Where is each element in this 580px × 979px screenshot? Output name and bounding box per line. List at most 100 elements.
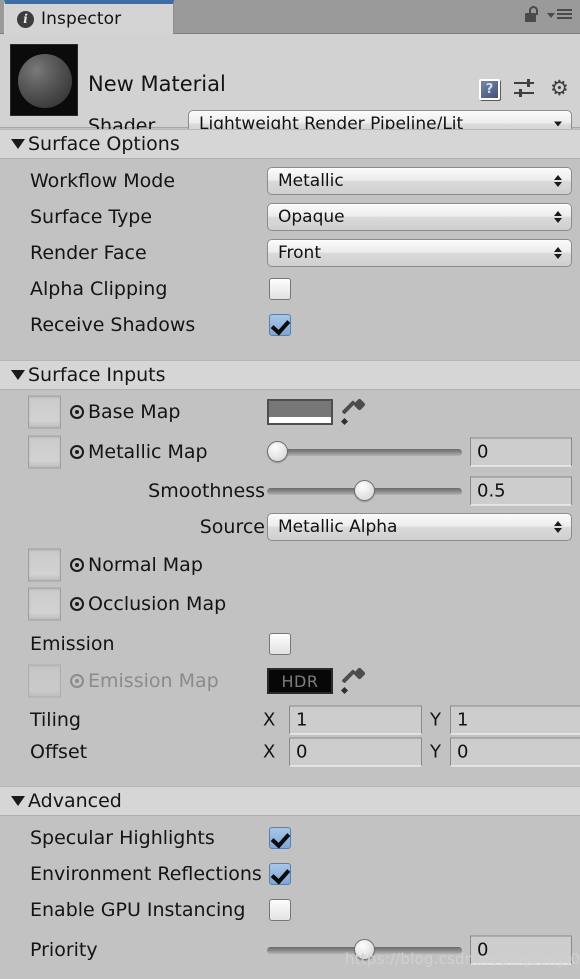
row-receive-shadows: Receive Shadows (0, 307, 580, 343)
chevron-down-icon (11, 796, 25, 806)
section-header-surface-options[interactable]: Surface Options (0, 129, 580, 159)
row-base-map: Base Map (0, 394, 580, 430)
source-dropdown[interactable]: Metallic Alpha (267, 513, 572, 541)
render-face-dropdown[interactable]: Front (267, 239, 572, 267)
smoothness-slider[interactable] (267, 480, 462, 502)
surface-type-dropdown[interactable]: Opaque (267, 203, 572, 231)
label-offset: Offset (30, 741, 87, 763)
row-priority: Priority 0 (0, 932, 580, 968)
row-emission-map: Emission Map HDR (0, 663, 580, 699)
row-environment-reflections: Environment Reflections (0, 856, 580, 892)
label-emission-map: Emission Map (88, 670, 219, 692)
metallic-map-slider[interactable] (267, 441, 462, 463)
emission-map-target-icon[interactable] (70, 674, 84, 688)
base-map-alpha-bar (269, 417, 331, 423)
hamburger-menu-icon[interactable] (547, 9, 572, 19)
row-emission: Emission (0, 626, 580, 662)
label-specular-highlights: Specular Highlights (30, 827, 215, 849)
offset-y-value: 0 (451, 742, 468, 763)
receive-shadows-checkbox[interactable] (269, 314, 291, 336)
row-render-face: Render Face Front (0, 235, 580, 271)
row-metallic-map: Metallic Map 0 (0, 434, 580, 470)
occlusion-map-texture-slot[interactable] (28, 588, 61, 621)
section-header-surface-inputs[interactable]: Surface Inputs (0, 360, 580, 390)
label-workflow-mode: Workflow Mode (30, 170, 175, 192)
inspector-window: i Inspector New Material Shader Lightwei… (0, 0, 580, 979)
base-map-eyedropper-icon[interactable] (341, 399, 365, 425)
section-header-advanced[interactable]: Advanced (0, 786, 580, 816)
row-offset: Offset X 0 Y 0 (0, 734, 580, 770)
material-preview-sphere (18, 54, 72, 108)
gear-icon[interactable]: ⚙ (550, 78, 572, 100)
label-occlusion-map: Occlusion Map (88, 593, 226, 615)
chevron-down-icon (11, 139, 25, 149)
tiling-x-value: 1 (290, 710, 307, 731)
metallic-map-target-icon[interactable] (70, 445, 84, 459)
label-enable-gpu-instancing: Enable GPU Instancing (30, 899, 245, 921)
workflow-mode-value: Metallic (268, 171, 344, 191)
tab-inspector[interactable]: i Inspector (4, 0, 174, 34)
render-face-value: Front (268, 243, 321, 263)
emission-map-texture-slot[interactable] (28, 665, 61, 698)
base-map-texture-slot[interactable] (28, 396, 61, 429)
tab-strip: i Inspector (0, 0, 580, 34)
base-map-color-swatch[interactable] (267, 399, 333, 425)
priority-slider-knob[interactable] (354, 939, 375, 960)
tiling-x-axis-label: X (263, 710, 275, 731)
material-header: New Material Shader Lightweight Render P… (0, 34, 580, 128)
occlusion-map-target-icon[interactable] (70, 597, 84, 611)
row-smoothness: Smoothness 0.5 (0, 473, 580, 509)
row-normal-map: Normal Map (0, 547, 580, 583)
offset-x-field[interactable]: 0 (289, 738, 422, 767)
label-tiling: Tiling (30, 709, 81, 731)
emission-map-hdr-color-swatch[interactable]: HDR (267, 668, 333, 694)
label-surface-type: Surface Type (30, 206, 152, 228)
updown-arrows-icon (554, 211, 562, 223)
updown-arrows-icon (554, 175, 562, 187)
metallic-map-texture-slot[interactable] (28, 436, 61, 469)
header-actions: ? ⚙ (479, 78, 572, 100)
lock-open-icon[interactable] (525, 6, 539, 22)
updown-arrows-icon (554, 247, 562, 259)
label-emission: Emission (30, 633, 115, 655)
enable-gpu-instancing-checkbox[interactable] (269, 899, 291, 921)
label-render-face: Render Face (30, 242, 147, 264)
label-source: Source (200, 516, 265, 538)
base-map-target-icon[interactable] (70, 405, 84, 419)
tab-strip-actions (525, 6, 572, 22)
chevron-down-icon (554, 122, 562, 127)
metallic-map-value-field[interactable]: 0 (470, 438, 572, 467)
offset-y-field[interactable]: 0 (450, 738, 580, 767)
surface-type-value: Opaque (268, 207, 345, 227)
row-workflow-mode: Workflow Mode Metallic (0, 163, 580, 199)
alpha-clipping-checkbox[interactable] (269, 278, 291, 300)
priority-value-field[interactable]: 0 (470, 936, 572, 965)
row-source: Source Metallic Alpha (0, 509, 580, 545)
smoothness-slider-knob[interactable] (354, 480, 375, 501)
section-title-surface-options: Surface Options (28, 133, 180, 155)
offset-x-axis-label: X (263, 742, 275, 763)
tiling-x-field[interactable]: 1 (289, 706, 422, 735)
tiling-y-field[interactable]: 1 (450, 706, 580, 735)
normal-map-target-icon[interactable] (70, 558, 84, 572)
emission-checkbox[interactable] (269, 633, 291, 655)
offset-x-value: 0 (290, 742, 307, 763)
chevron-down-icon (11, 370, 25, 380)
smoothness-value-field[interactable]: 0.5 (470, 477, 572, 506)
workflow-mode-dropdown[interactable]: Metallic (267, 167, 572, 195)
offset-y-axis-label: Y (430, 742, 441, 763)
row-alpha-clipping: Alpha Clipping (0, 271, 580, 307)
row-specular-highlights: Specular Highlights (0, 820, 580, 856)
tiling-y-axis-label: Y (430, 710, 441, 731)
specular-highlights-checkbox[interactable] (269, 827, 291, 849)
priority-slider[interactable] (267, 939, 462, 961)
label-environment-reflections: Environment Reflections (30, 863, 262, 885)
help-book-icon[interactable]: ? (479, 79, 500, 100)
material-preview-thumbnail[interactable] (10, 44, 78, 116)
preset-sliders-icon[interactable] (514, 79, 536, 99)
emission-map-eyedropper-icon[interactable] (341, 668, 365, 694)
label-alpha-clipping: Alpha Clipping (30, 278, 167, 300)
metallic-map-slider-knob[interactable] (267, 441, 288, 462)
normal-map-texture-slot[interactable] (28, 549, 61, 582)
environment-reflections-checkbox[interactable] (269, 863, 291, 885)
